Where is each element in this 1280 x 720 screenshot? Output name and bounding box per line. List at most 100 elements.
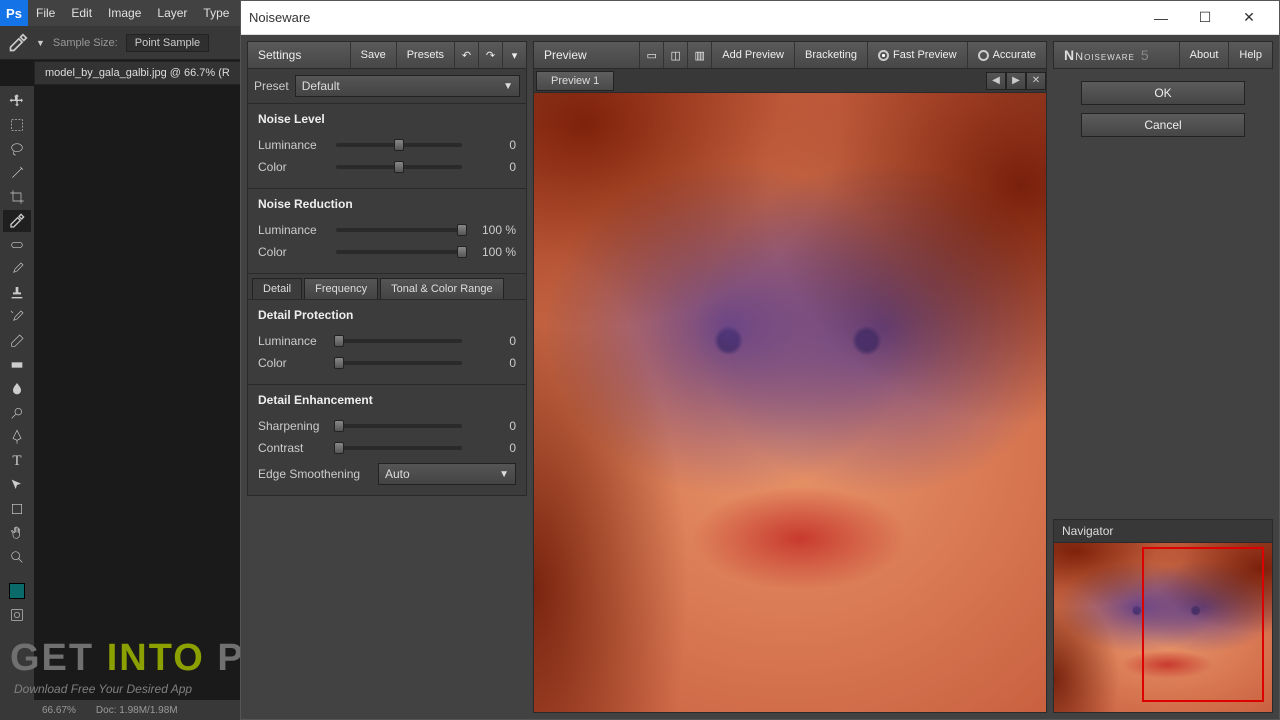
lasso-tool-icon[interactable]: [3, 138, 31, 160]
dp-luminance-slider[interactable]: [336, 339, 462, 343]
tab-frequency[interactable]: Frequency: [304, 278, 378, 299]
noise-level-color-row: Color 0: [258, 156, 516, 178]
watermark-subtitle: Download Free Your Desired App: [14, 682, 192, 696]
brand-label: NNoiseware 5: [1054, 47, 1159, 63]
dropdown-icon[interactable]: ▾: [502, 42, 526, 68]
preset-combo[interactable]: Default▼: [295, 75, 520, 97]
nr-color-slider[interactable]: [336, 250, 462, 254]
eyedropper-icon: [8, 33, 28, 53]
dp-color-slider[interactable]: [336, 361, 462, 365]
path-tool-icon[interactable]: [3, 474, 31, 496]
quickmask-icon[interactable]: [3, 604, 31, 626]
eyedropper-tool-icon[interactable]: [3, 210, 31, 232]
wand-tool-icon[interactable]: [3, 162, 31, 184]
about-button[interactable]: About: [1179, 42, 1229, 68]
menu-type[interactable]: Type: [195, 6, 237, 20]
navigator-viewport-rect[interactable]: [1142, 547, 1264, 702]
type-tool-icon[interactable]: T: [3, 450, 31, 472]
watermark: GET INTO PC: [10, 637, 274, 680]
view-split-v-icon[interactable]: ▥: [687, 42, 711, 68]
healing-tool-icon[interactable]: [3, 234, 31, 256]
dialog-title: Noiseware: [249, 10, 1139, 25]
settings-panel: Settings Save Presets ↶ ↷ ▾ Preset Defau…: [247, 41, 527, 713]
pen-tool-icon[interactable]: [3, 426, 31, 448]
foreground-color-swatch[interactable]: [3, 580, 31, 602]
noise-level-luminance-row: Luminance 0: [258, 134, 516, 156]
bracketing-button[interactable]: Bracketing: [794, 42, 867, 68]
accurate-radio[interactable]: Accurate: [967, 42, 1046, 68]
luminance-slider[interactable]: [336, 143, 462, 147]
detail-enhancement-title: Detail Enhancement: [258, 393, 516, 407]
stamp-tool-icon[interactable]: [3, 282, 31, 304]
nr-luminance-slider[interactable]: [336, 228, 462, 232]
move-tool-icon[interactable]: [3, 90, 31, 112]
settings-title: Settings: [248, 48, 350, 62]
document-tab[interactable]: model_by_gala_galbi.jpg @ 66.7% (R: [34, 61, 241, 85]
menu-edit[interactable]: Edit: [63, 6, 100, 20]
minimize-icon[interactable]: —: [1139, 3, 1183, 33]
redo-icon[interactable]: ↷: [478, 42, 502, 68]
presets-button[interactable]: Presets: [396, 42, 454, 68]
help-button[interactable]: Help: [1228, 42, 1272, 68]
save-button[interactable]: Save: [350, 42, 396, 68]
edge-smoothening-combo[interactable]: Auto▼: [378, 463, 516, 485]
history-brush-tool-icon[interactable]: [3, 306, 31, 328]
noiseware-dialog: Noiseware — ☐ ✕ Settings Save Presets ↶ …: [240, 0, 1280, 720]
nr-color-row: Color 100 %: [258, 241, 516, 263]
preview-image[interactable]: [533, 93, 1047, 713]
menu-layer[interactable]: Layer: [149, 6, 195, 20]
preview-title: Preview: [534, 48, 639, 62]
nr-luminance-row: Luminance 100 %: [258, 219, 516, 241]
add-preview-button[interactable]: Add Preview: [711, 42, 794, 68]
view-split-h-icon[interactable]: ◫: [663, 42, 687, 68]
detail-tabs: Detail Frequency Tonal & Color Range: [247, 274, 527, 300]
zoom-tool-icon[interactable]: [3, 546, 31, 568]
ps-options-bar: ▼ Sample Size: Point Sample: [0, 26, 240, 60]
menu-image[interactable]: Image: [100, 6, 149, 20]
chevron-down-icon: ▼: [503, 81, 513, 92]
prev-icon[interactable]: ◀: [986, 72, 1006, 90]
color-slider[interactable]: [336, 165, 462, 169]
shape-tool-icon[interactable]: [3, 498, 31, 520]
navigator-title: Navigator: [1053, 519, 1273, 543]
chevron-down-icon[interactable]: ▼: [36, 38, 45, 48]
right-column: NNoiseware 5 About Help OK Cancel Naviga…: [1053, 41, 1273, 713]
gradient-tool-icon[interactable]: [3, 354, 31, 376]
navigator-thumbnail[interactable]: [1053, 543, 1273, 713]
preview-tab-1[interactable]: Preview 1: [536, 71, 614, 91]
noise-level-title: Noise Level: [258, 112, 516, 126]
next-icon[interactable]: ▶: [1006, 72, 1026, 90]
undo-icon[interactable]: ↶: [454, 42, 478, 68]
preview-panel: Preview ▭ ◫ ▥ Add Preview Bracketing Fas…: [533, 41, 1047, 713]
sharpening-slider[interactable]: [336, 424, 462, 428]
crop-tool-icon[interactable]: [3, 186, 31, 208]
navigator-panel: Navigator: [1053, 519, 1273, 713]
doc-size: Doc: 1.98M/1.98M: [96, 705, 178, 716]
brush-tool-icon[interactable]: [3, 258, 31, 280]
sample-size-value[interactable]: Point Sample: [126, 34, 209, 52]
maximize-icon[interactable]: ☐: [1183, 3, 1227, 33]
cancel-button[interactable]: Cancel: [1081, 113, 1245, 137]
hand-tool-icon[interactable]: [3, 522, 31, 544]
menu-file[interactable]: File: [28, 6, 63, 20]
sample-size-label: Sample Size:: [53, 37, 118, 49]
ps-document-tabs: model_by_gala_galbi.jpg @ 66.7% (R: [34, 60, 241, 86]
ps-logo: Ps: [0, 0, 28, 26]
noise-reduction-title: Noise Reduction: [258, 197, 516, 211]
ok-button[interactable]: OK: [1081, 81, 1245, 105]
tab-tonal[interactable]: Tonal & Color Range: [380, 278, 504, 299]
contrast-slider[interactable]: [336, 446, 462, 450]
close-icon[interactable]: ✕: [1227, 3, 1271, 33]
dialog-titlebar: Noiseware — ☐ ✕: [241, 1, 1279, 35]
close-preview-icon[interactable]: ✕: [1026, 72, 1046, 90]
zoom-level[interactable]: 66.67%: [42, 705, 76, 716]
blur-tool-icon[interactable]: [3, 378, 31, 400]
fast-preview-radio[interactable]: Fast Preview: [867, 42, 967, 68]
eraser-tool-icon[interactable]: [3, 330, 31, 352]
preset-label: Preset: [254, 79, 289, 93]
detail-protection-title: Detail Protection: [258, 308, 516, 322]
dodge-tool-icon[interactable]: [3, 402, 31, 424]
view-single-icon[interactable]: ▭: [639, 42, 663, 68]
marquee-tool-icon[interactable]: [3, 114, 31, 136]
tab-detail[interactable]: Detail: [252, 278, 302, 299]
